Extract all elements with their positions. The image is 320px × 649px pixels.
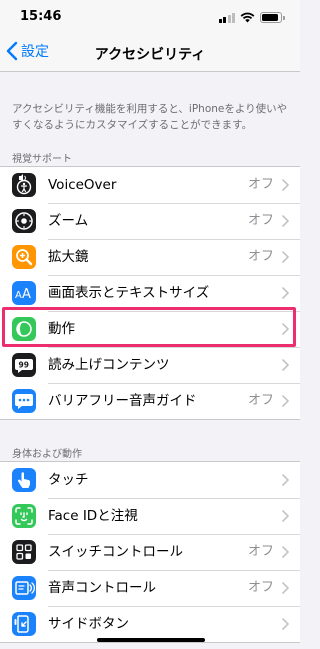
row-label: 画面表示とテキストサイズ	[48, 285, 210, 301]
chevron-right-icon	[282, 251, 289, 263]
row-voice-control[interactable]: 音声コントロール オフ	[0, 570, 300, 606]
row-zoom[interactable]: ズーム オフ	[0, 203, 300, 239]
chevron-right-icon	[282, 546, 289, 558]
chevron-right-icon	[282, 395, 289, 407]
switch-control-icon	[12, 540, 36, 564]
page-title: アクセシビリティ	[94, 47, 206, 63]
vision-group: VoiceOver オフ ズーム オフ 拡大鏡 オフ A A 画面表示とテキスト…	[0, 166, 300, 420]
row-label: 音声コントロール	[48, 580, 156, 596]
row-value: オフ	[247, 213, 274, 228]
row-motion[interactable]: 動作	[0, 311, 300, 347]
cellular-signal-icon	[218, 13, 235, 23]
face-id-icon	[12, 504, 36, 528]
row-label: スイッチコントロール	[48, 544, 183, 560]
chevron-right-icon	[282, 359, 289, 371]
magnifier-icon	[12, 245, 36, 269]
svg-text:A: A	[15, 290, 22, 301]
row-voiceover[interactable]: VoiceOver オフ	[0, 167, 300, 203]
audio-descriptions-icon	[12, 389, 36, 413]
home-indicator[interactable]	[97, 638, 205, 642]
row-display-text-size[interactable]: A A 画面表示とテキストサイズ	[0, 275, 300, 311]
chevron-right-icon	[282, 215, 289, 227]
row-label: ズーム	[48, 213, 89, 229]
spoken-content-icon: 99	[12, 353, 36, 377]
row-value: オフ	[247, 580, 274, 595]
row-label: サイドボタン	[48, 616, 129, 632]
zoom-icon	[12, 209, 36, 233]
row-spoken-content[interactable]: 99 読み上げコンテンツ	[0, 347, 300, 383]
row-value: オフ	[247, 544, 274, 559]
description-text: アクセシビリティ機能を利用すると、iPhoneをより使いやすくなるようにカスタマ…	[12, 103, 288, 131]
physical-group: タッチ Face IDと注視 スイッチコントロール オフ 音声コントロール オフ…	[0, 461, 300, 643]
svg-text:A: A	[22, 287, 31, 302]
row-side-button[interactable]: サイドボタン	[0, 606, 300, 642]
voice-control-icon	[12, 576, 36, 600]
row-value: オフ	[247, 177, 274, 192]
status-icons	[218, 11, 285, 23]
text-size-icon: A A	[12, 281, 36, 305]
side-button-icon	[12, 612, 36, 636]
svg-text:99: 99	[19, 361, 29, 370]
row-switch-control[interactable]: スイッチコントロール オフ	[0, 534, 300, 570]
row-label: タッチ	[48, 472, 89, 488]
battery-fill	[262, 14, 279, 21]
navigation-bar: 設定 アクセシビリティ	[0, 34, 300, 72]
chevron-right-icon	[282, 618, 289, 630]
section-header-vision: 視覚サポート	[12, 154, 72, 165]
row-label: Face IDと注視	[48, 508, 138, 524]
row-audio-descriptions[interactable]: バリアフリー音声ガイド オフ	[0, 383, 300, 419]
battery-icon	[260, 12, 285, 23]
row-magnifier[interactable]: 拡大鏡 オフ	[0, 239, 300, 275]
row-label: 読み上げコンテンツ	[48, 357, 170, 373]
row-label: 動作	[48, 321, 75, 337]
row-label: バリアフリー音声ガイド	[48, 393, 197, 409]
wifi-icon	[240, 12, 255, 23]
chevron-right-icon	[282, 323, 289, 335]
row-face-id[interactable]: Face IDと注視	[0, 498, 300, 534]
motion-icon	[12, 317, 36, 341]
status-time: 15:46	[20, 9, 62, 24]
chevron-right-icon	[282, 179, 289, 191]
row-value: オフ	[247, 249, 274, 264]
row-label: 拡大鏡	[48, 249, 89, 265]
chevron-right-icon	[282, 582, 289, 594]
touch-icon	[12, 468, 36, 492]
row-label: VoiceOver	[48, 177, 117, 193]
status-bar: 15:46	[0, 0, 300, 34]
section-header-physical: 身体および動作	[12, 449, 82, 460]
chevron-right-icon	[282, 510, 289, 522]
chevron-right-icon	[282, 287, 289, 299]
row-touch[interactable]: タッチ	[0, 462, 300, 498]
chevron-right-icon	[282, 474, 289, 486]
row-value: オフ	[247, 393, 274, 408]
voiceover-icon	[12, 173, 36, 197]
